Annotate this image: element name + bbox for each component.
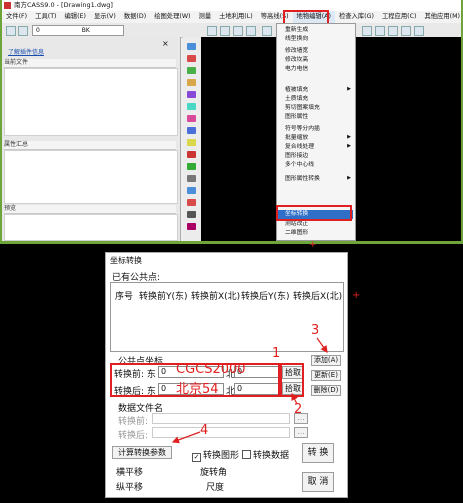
- arrow-to-add: [316, 337, 328, 353]
- annotation-arrows: [171, 337, 328, 444]
- arrow-to-calc: [171, 431, 201, 444]
- arrow-to-pick: [291, 392, 298, 405]
